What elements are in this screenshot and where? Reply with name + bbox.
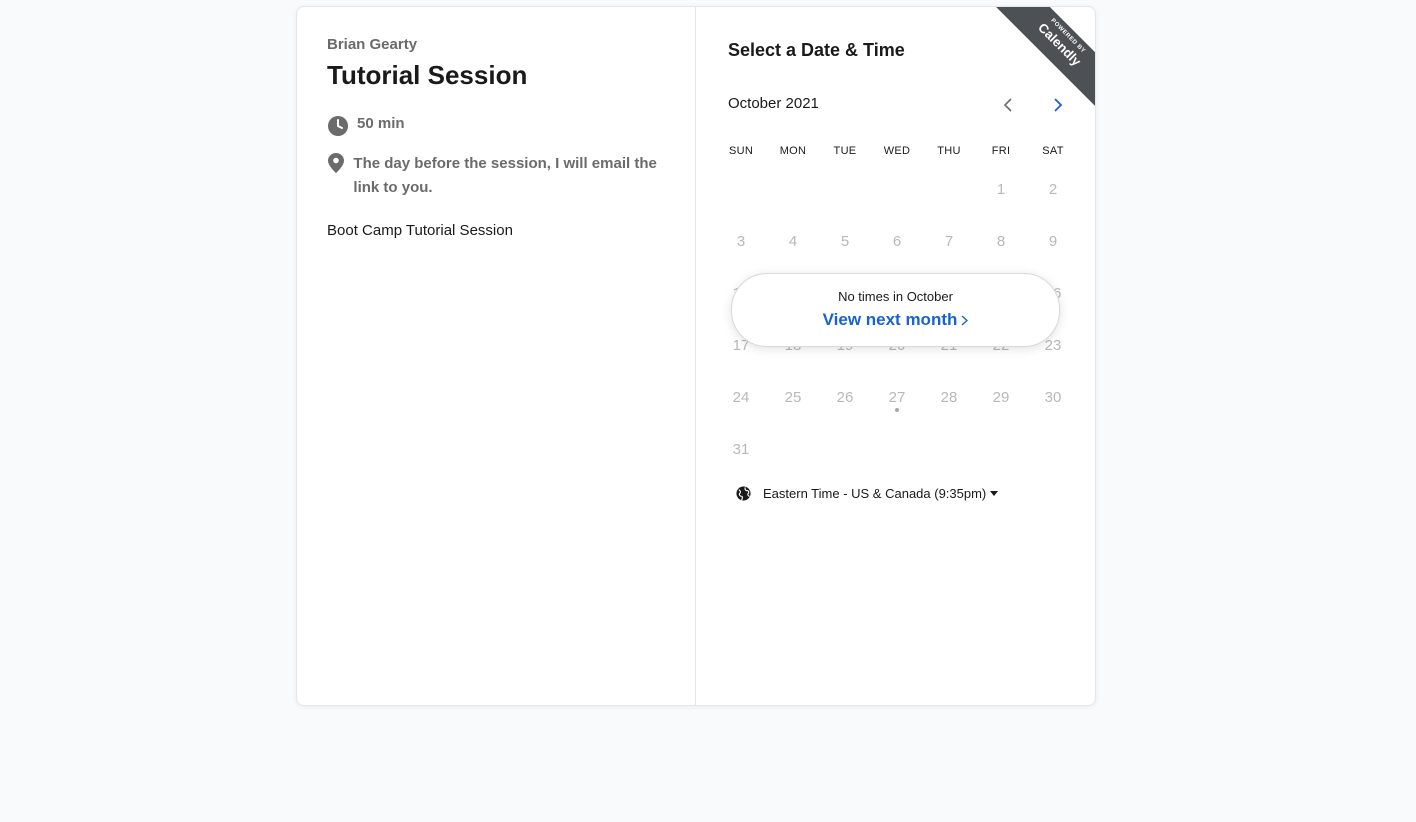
location-pin-icon <box>327 152 345 174</box>
calendar-day: 29 <box>992 388 1010 406</box>
calendar-day <box>767 423 819 475</box>
calendar-week: 3 4 5 6 7 8 9 <box>715 215 1079 267</box>
no-times-message: No times in October <box>838 289 953 304</box>
calendar-day: 6 <box>892 232 902 250</box>
calendar-day-today: 27 <box>871 371 923 423</box>
event-description: Boot Camp Tutorial Session <box>327 222 513 239</box>
calendar-day: 26 <box>836 388 854 406</box>
weekday-label: MON <box>779 145 807 157</box>
calendar-week: 1 2 <box>715 163 1079 215</box>
calendar-day <box>923 163 975 215</box>
weekday-label: THU <box>937 145 961 157</box>
globe-icon <box>736 486 751 501</box>
weekday-label: SAT <box>1042 145 1064 157</box>
timezone-label: Eastern Time - US & Canada (9:35pm) <box>763 486 987 501</box>
event-duration: 50 min <box>327 115 405 137</box>
view-next-month-button[interactable]: View next month <box>823 310 969 330</box>
calendar-day <box>871 423 923 475</box>
location-text: The day before the session, I will email… <box>353 155 657 196</box>
calendar-day: 24 <box>732 388 750 406</box>
weekday-header: SUN MON TUE WED THU FRI SAT <box>715 145 1079 157</box>
calendar-day <box>1027 423 1079 475</box>
duration-text: 50 min <box>357 115 405 132</box>
powered-by-calendly-badge[interactable]: POWERED BY Calendly <box>989 7 1095 111</box>
calendar-day <box>923 423 975 475</box>
timezone-selector[interactable]: Eastern Time - US & Canada (9:35pm) <box>736 486 999 501</box>
calendar-day <box>819 163 871 215</box>
calendar-week: 31 <box>715 423 1079 475</box>
calendar-day <box>767 163 819 215</box>
calendar-day: 3 <box>736 232 746 250</box>
calendar-day: 31 <box>732 440 750 458</box>
calendar-day <box>975 423 1027 475</box>
month-label: October 2021 <box>728 95 819 112</box>
calendar-day: 9 <box>1048 232 1058 250</box>
calendar-day: 25 <box>784 388 802 406</box>
calendar-day: 30 <box>1044 388 1062 406</box>
badge-ribbon: POWERED BY Calendly <box>993 7 1095 111</box>
calendar-panel: Select a Date & Time October 2021 SUN MO… <box>696 7 1095 705</box>
calendar-day <box>819 423 871 475</box>
event-location: The day before the session, I will email… <box>327 152 677 200</box>
view-next-month-label: View next month <box>822 310 958 329</box>
event-details-panel: Brian Gearty Tutorial Session 50 min The… <box>297 7 696 705</box>
calendar-day: 8 <box>996 232 1006 250</box>
calendar-day: 7 <box>944 232 954 250</box>
host-name: Brian Gearty <box>327 36 418 53</box>
weekday-label: FRI <box>991 145 1011 157</box>
weekday-label: TUE <box>833 145 857 157</box>
calendar-week: 24 25 26 27 28 29 30 <box>715 371 1079 423</box>
chevron-right-icon <box>961 314 969 326</box>
weekday-label: WED <box>883 145 911 157</box>
clock-icon <box>327 115 349 137</box>
weekday-label: SUN <box>728 145 754 157</box>
calendar-day <box>715 163 767 215</box>
calendar-day: 5 <box>840 232 850 250</box>
calendar-day: 4 <box>788 232 798 250</box>
scheduling-card: Brian Gearty Tutorial Session 50 min The… <box>296 6 1096 706</box>
no-times-popup: No times in October View next month <box>731 273 1060 347</box>
calendar-day: 28 <box>940 388 958 406</box>
calendar-day: 2 <box>1048 180 1058 198</box>
caret-down-icon <box>990 491 999 496</box>
calendar-heading: Select a Date & Time <box>728 40 905 60</box>
event-title: Tutorial Session <box>327 60 528 90</box>
calendar-day: 1 <box>996 180 1006 198</box>
calendar-day <box>871 163 923 215</box>
